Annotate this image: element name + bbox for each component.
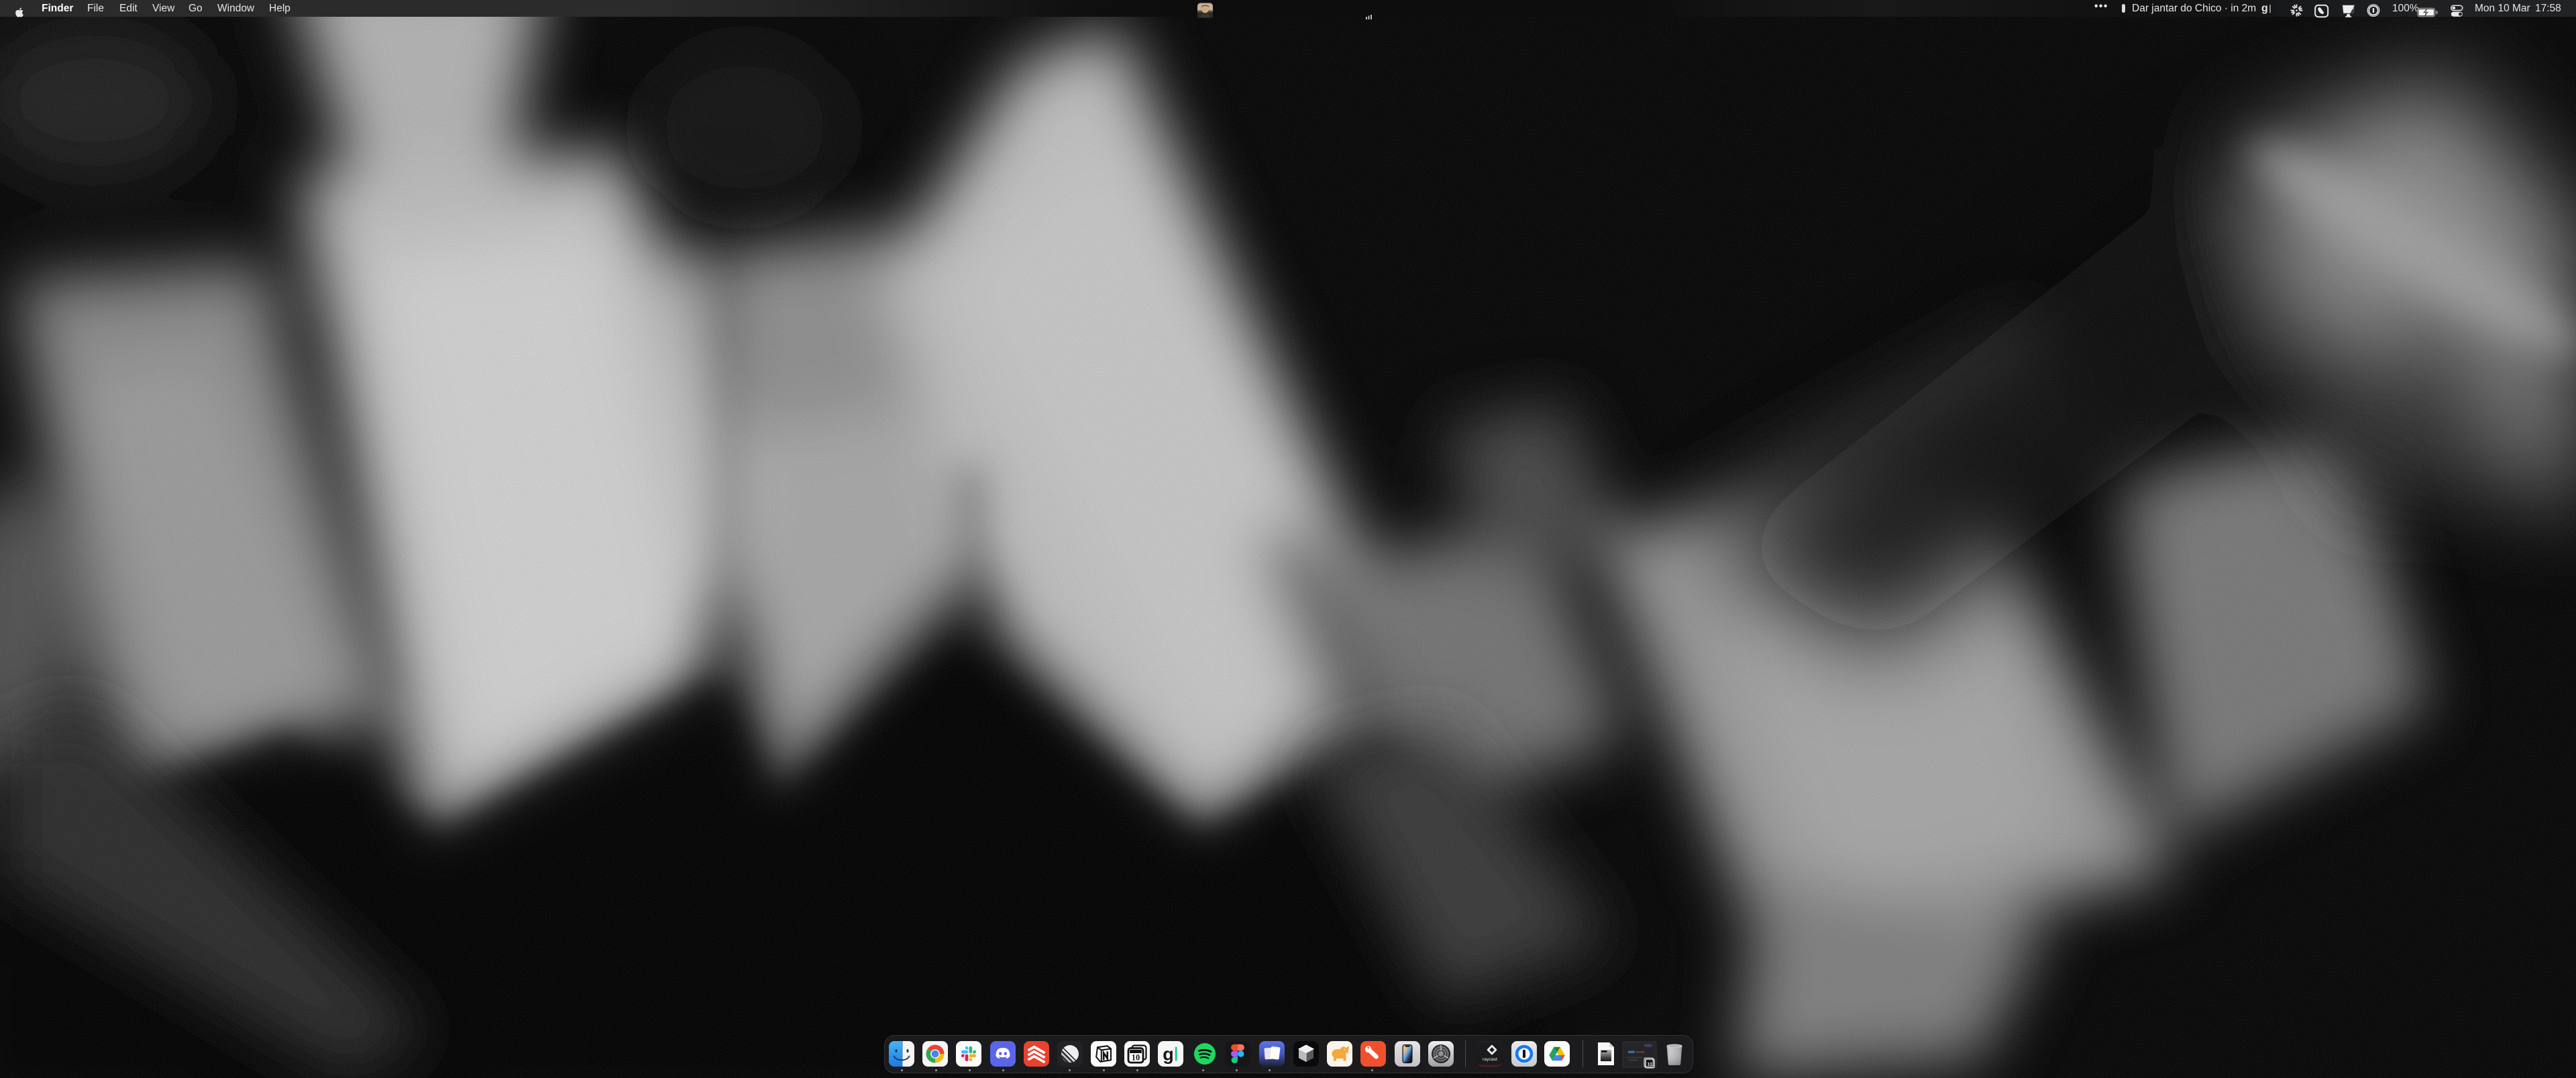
svg-text:raycast: raycast [1483,1057,1497,1062]
svg-text:11: 11 [1648,1063,1652,1067]
svg-text:g: g [1163,1044,1174,1065]
svg-text:10: 10 [1132,1053,1140,1063]
